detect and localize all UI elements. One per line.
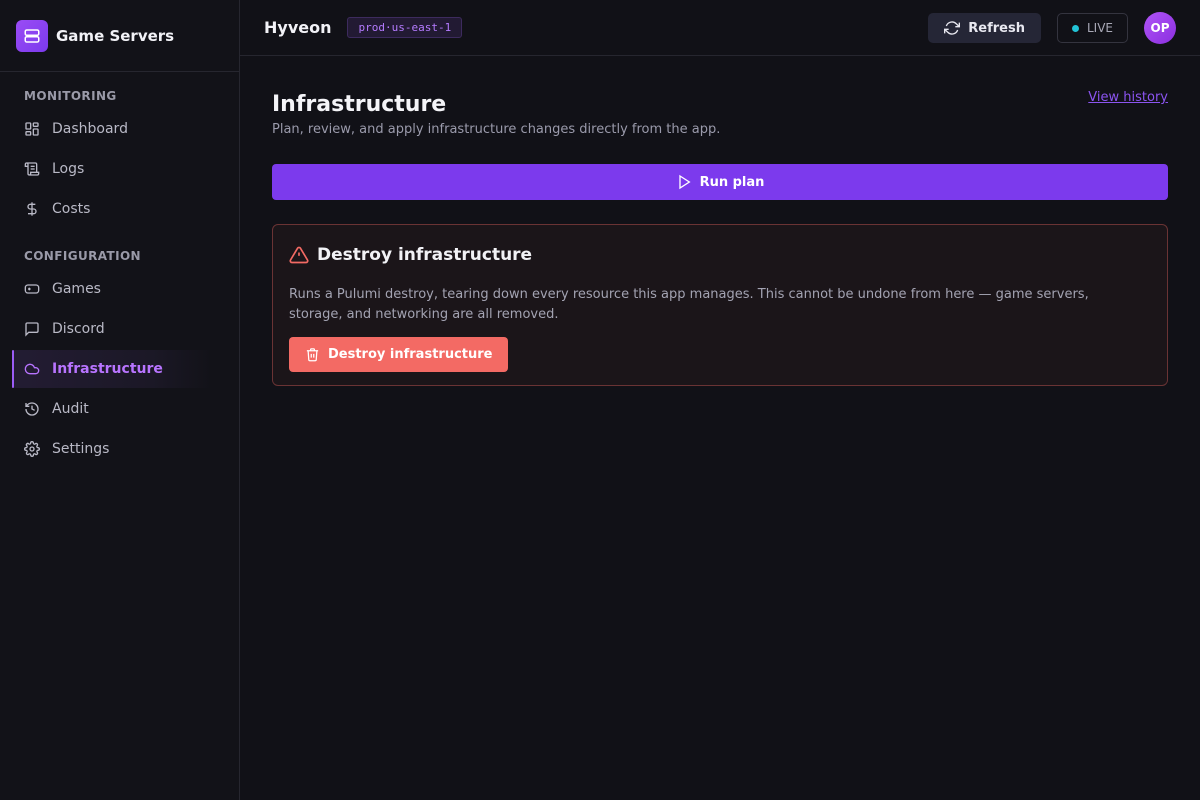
danger-description: Runs a Pulumi destroy, tearing down ever… (289, 287, 1089, 322)
cloud-icon (24, 361, 40, 377)
brand[interactable]: Game Servers (0, 0, 239, 72)
server-stack-icon (16, 19, 48, 52)
danger-title: Destroy infrastructure (289, 243, 1151, 267)
sidebar-item-settings[interactable]: Settings (12, 430, 212, 468)
warning-icon (289, 245, 309, 265)
brand-name: Game Servers (56, 26, 175, 45)
play-icon (676, 174, 692, 190)
gamepad-icon (24, 281, 40, 297)
main-content: Infrastructure Plan, review, and apply i… (272, 56, 1168, 386)
sidebar-item-label: Logs (52, 161, 85, 177)
live-status: LIVE (1056, 13, 1128, 43)
dollar-icon (24, 201, 40, 217)
page-header: Infrastructure Plan, review, and apply i… (272, 56, 1168, 164)
destroy-button-label: Destroy infrastructure (328, 347, 493, 362)
avatar-initials: OP (1150, 21, 1170, 35)
run-plan-label: Run plan (699, 174, 765, 190)
sidebar-item-label: Costs (52, 201, 91, 217)
nav-heading-monitoring: MONITORING (24, 89, 117, 103)
sidebar-item-logs[interactable]: Logs (12, 150, 212, 188)
page-title: Infrastructure (272, 92, 447, 117)
top-bar-actions: Refresh LIVE OP (928, 0, 1176, 56)
gear-icon (24, 441, 40, 457)
nav-section-configuration: CONFIGURATION Games Discord Infrastructu… (0, 248, 239, 468)
live-label: LIVE (1086, 21, 1113, 35)
sidebar-item-label: Games (52, 281, 101, 297)
refresh-icon (944, 20, 961, 36)
view-history-link[interactable]: View history (1088, 90, 1168, 105)
sidebar-item-infrastructure[interactable]: Infrastructure (12, 350, 212, 388)
sidebar-item-label: Discord (52, 321, 105, 337)
sidebar-item-costs[interactable]: Costs (12, 190, 212, 228)
top-bar: Hyveon prod·us-east-1 Refresh LIVE OP (240, 0, 1200, 56)
nav-heading-configuration: CONFIGURATION (24, 249, 141, 263)
sidebar-item-discord[interactable]: Discord (12, 310, 212, 348)
sidebar-item-label: Dashboard (52, 121, 128, 137)
sidebar: Game Servers MONITORING Dashboard Logs C… (0, 0, 240, 800)
refresh-label: Refresh (968, 20, 1025, 36)
refresh-button[interactable]: Refresh (928, 13, 1041, 43)
nav-section-monitoring: MONITORING Dashboard Logs Costs (0, 72, 239, 228)
sidebar-item-audit[interactable]: Audit (12, 390, 212, 428)
danger-title-text: Destroy infrastructure (317, 245, 533, 265)
environment-badge: prod·us-east-1 (347, 17, 463, 38)
trash-icon (305, 347, 320, 362)
sidebar-item-label: Settings (52, 441, 110, 457)
chat-icon (24, 321, 40, 337)
live-dot-icon (1071, 24, 1079, 32)
destroy-danger-card: Destroy infrastructure Runs a Pulumi des… (272, 224, 1168, 386)
sidebar-item-games[interactable]: Games (12, 270, 212, 308)
project-name: Hyveon (264, 18, 332, 37)
page-subtitle: Plan, review, and apply infrastructure c… (272, 122, 721, 137)
sidebar-item-label: Infrastructure (52, 361, 163, 377)
sidebar-item-label: Audit (52, 401, 89, 417)
dashboard-icon (24, 121, 40, 137)
run-plan-button[interactable]: Run plan (272, 164, 1168, 200)
logs-icon (24, 161, 40, 177)
history-icon (24, 401, 40, 417)
destroy-infrastructure-button[interactable]: Destroy infrastructure (289, 337, 509, 372)
sidebar-item-dashboard[interactable]: Dashboard (12, 110, 212, 148)
avatar[interactable]: OP (1144, 12, 1176, 44)
